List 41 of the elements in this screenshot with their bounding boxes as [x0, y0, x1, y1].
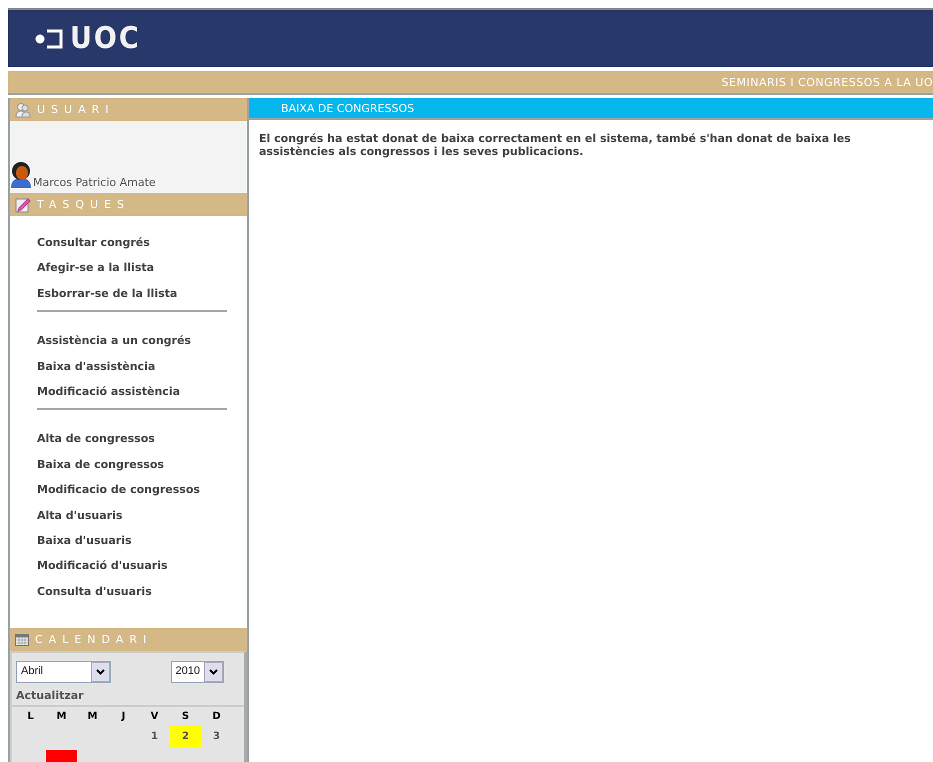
- calendar-day[interactable]: 1: [139, 725, 170, 748]
- task-link[interactable]: Modificació assistència: [37, 379, 180, 404]
- logo-text: UOC: [70, 21, 141, 56]
- panel-title: CALENDARI: [35, 633, 152, 646]
- weekday-label: L: [27, 711, 34, 722]
- task-link[interactable]: Modificació d'usuaris: [37, 553, 168, 579]
- users-icon: [15, 102, 31, 118]
- dropdown[interactable]: Abril: [16, 661, 111, 684]
- site-title: SEMINARIS I CONGRESSOS A LA UO: [722, 76, 933, 88]
- task-link[interactable]: Alta de congressos: [37, 426, 155, 452]
- chevron-down-icon: [96, 669, 105, 676]
- task-link[interactable]: Baixa d'assistència: [37, 354, 156, 380]
- task-link[interactable]: Consulta d'usuaris: [37, 578, 152, 604]
- task-link[interactable]: Assistència a un congrés: [37, 328, 191, 354]
- weekday-label: M: [88, 711, 98, 722]
- dropdown[interactable]: 2010: [170, 661, 224, 684]
- update-link[interactable]: Actualitzar: [12, 685, 88, 706]
- task-link[interactable]: Consultar congrés: [37, 230, 150, 256]
- content-title: BAIXA DE CONGRESSOS: [281, 102, 414, 114]
- weekday-label: V: [150, 711, 158, 722]
- task-link[interactable]: Baixa d'usuaris: [37, 528, 132, 554]
- calendar-icon: [15, 634, 29, 646]
- panel-title: USUARI: [37, 103, 114, 116]
- weekday-label: S: [182, 711, 190, 722]
- task-link[interactable]: Modificacio de congressos: [37, 477, 200, 503]
- edit-icon: [15, 196, 31, 212]
- avatar-icon: [10, 161, 32, 189]
- confirmation-message: El congrés ha estat donat de baixa correctament en el sistema, també s'han donat de baixa les assistències als congressos i les seves publicacions.: [259, 132, 852, 158]
- logo-icon: [35, 28, 65, 50]
- weekday-label: J: [122, 711, 126, 722]
- calendar-day[interactable]: 3: [201, 725, 232, 748]
- task-link[interactable]: Afegir-se a la llista: [37, 255, 154, 281]
- user-name: Marcos Patricio Amate: [33, 176, 156, 189]
- task-link[interactable]: Alta d'usuaris: [37, 502, 122, 528]
- panel-title: TASQUES: [37, 198, 130, 211]
- weekday-label: M: [56, 711, 66, 722]
- task-link[interactable]: Baixa de congressos: [37, 452, 164, 478]
- task-link[interactable]: Esborrar-se de la llista: [37, 280, 178, 306]
- chevron-down-icon: [209, 669, 218, 676]
- calendar-day[interactable]: 2: [170, 725, 201, 748]
- weekday-label: D: [212, 711, 221, 722]
